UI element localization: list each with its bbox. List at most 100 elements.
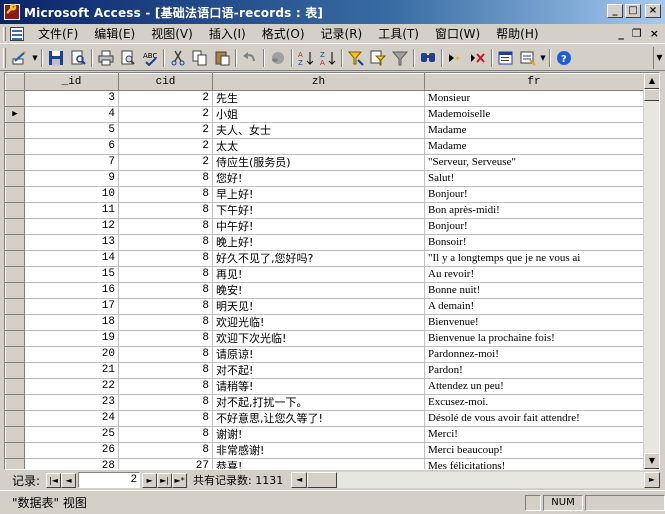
cell-zh[interactable]: 好久不见了,您好吗?	[212, 250, 425, 267]
first-record-button[interactable]: |◄	[46, 472, 62, 488]
table-row[interactable]: 3 2 先生 Monsieur	[5, 90, 644, 107]
table-row[interactable]: 12 8 中午好! Bonjour!	[5, 218, 644, 235]
cell-id[interactable]: 17	[24, 298, 119, 315]
cell-zh[interactable]: 对不起!	[212, 362, 425, 379]
table-row[interactable]: 28 27 恭喜! Mes félicitations!	[5, 458, 644, 469]
row-selector[interactable]	[5, 250, 25, 267]
cell-fr[interactable]: Bon après-midi!	[424, 202, 644, 219]
spelling-icon[interactable]: ABC	[139, 47, 161, 69]
properties-icon[interactable]	[495, 47, 517, 69]
search-file-icon[interactable]	[67, 47, 89, 69]
cell-cid[interactable]: 8	[118, 410, 213, 427]
row-selector[interactable]	[5, 186, 25, 203]
mdi-close-button[interactable]: ×	[650, 27, 659, 40]
row-selector[interactable]	[5, 282, 25, 299]
toolbar-options-chevron[interactable]: ▼	[653, 47, 665, 69]
cell-id[interactable]: 25	[24, 426, 119, 443]
horizontal-scroll-thumb[interactable]	[307, 472, 338, 488]
cell-cid[interactable]: 8	[118, 186, 213, 203]
cell-cid[interactable]: 8	[118, 426, 213, 443]
paste-icon[interactable]	[211, 47, 233, 69]
cell-fr[interactable]: Bonjour!	[424, 186, 644, 203]
table-row[interactable]: 16 8 晚安! Bonne nuit!	[5, 282, 644, 299]
scroll-up-button[interactable]: ▲	[644, 73, 659, 89]
scroll-right-button[interactable]: ►	[644, 472, 660, 488]
cell-id[interactable]: 9	[24, 170, 119, 187]
cell-cid[interactable]: 2	[118, 90, 213, 107]
database-window-icon[interactable]	[517, 47, 539, 69]
table-row[interactable]: 23 8 对不起,打扰一下。 Excusez-moi.	[5, 394, 644, 411]
cell-zh[interactable]: 侍应生(服务员)	[212, 154, 425, 171]
row-selector[interactable]	[5, 154, 25, 171]
table-row[interactable]: 5 2 夫人、女士 Madame	[5, 122, 644, 139]
current-record-field[interactable]: 2	[78, 472, 141, 488]
cell-zh[interactable]: 不好意思,让您久等了!	[212, 410, 425, 427]
cell-zh[interactable]: 恭喜!	[212, 458, 425, 469]
scroll-left-button[interactable]: ◄	[291, 472, 308, 488]
row-selector[interactable]	[5, 90, 25, 107]
cell-zh[interactable]: 小姐	[212, 106, 425, 123]
column-header-zh[interactable]: zh	[212, 73, 425, 91]
design-view-icon[interactable]	[9, 47, 31, 69]
horizontal-scrollbar[interactable]: ◄ ►	[291, 472, 660, 488]
table-row[interactable]: 6 2 太太 Madame	[5, 138, 644, 155]
cell-cid[interactable]: 8	[118, 250, 213, 267]
table-row[interactable]: 20 8 请原谅! Pardonnez-moi!	[5, 346, 644, 363]
next-record-button[interactable]: ►	[142, 472, 158, 488]
cell-cid[interactable]: 8	[118, 234, 213, 251]
cell-zh[interactable]: 欢迎光临!	[212, 314, 425, 331]
menu-file[interactable]: 文件(F)	[30, 25, 86, 42]
cell-cid[interactable]: 8	[118, 394, 213, 411]
cell-fr[interactable]: Merci beaucoup!	[424, 442, 644, 459]
cell-id[interactable]: 15	[24, 266, 119, 283]
cell-id[interactable]: 22	[24, 378, 119, 395]
cell-id[interactable]: 24	[24, 410, 119, 427]
title-bar[interactable]: Microsoft Access - [基础法语口语-records : 表] …	[0, 0, 665, 24]
cell-cid[interactable]: 8	[118, 442, 213, 459]
table-row[interactable]: 24 8 不好意思,让您久等了! Désolé de vous avoir fait …	[5, 410, 644, 427]
row-selector[interactable]	[5, 234, 25, 251]
cell-zh[interactable]: 晚上好!	[212, 234, 425, 251]
cell-zh[interactable]: 请稍等!	[212, 378, 425, 395]
table-row[interactable]: 22 8 请稍等! Attendez un peu!	[5, 378, 644, 395]
select-all-corner[interactable]	[5, 73, 25, 91]
table-row[interactable]: 15 8 再见! Au revoir!	[5, 266, 644, 283]
row-selector[interactable]	[5, 314, 25, 331]
cell-id[interactable]: 23	[24, 394, 119, 411]
cell-fr[interactable]: Pardonnez-moi!	[424, 346, 644, 363]
cell-fr[interactable]: Merci!	[424, 426, 644, 443]
cell-fr[interactable]: Désolé de vous avoir fait attendre!	[424, 410, 644, 427]
copy-icon[interactable]	[189, 47, 211, 69]
row-selector[interactable]	[5, 138, 25, 155]
delete-record-icon[interactable]	[467, 47, 489, 69]
cell-zh[interactable]: 谢谢!	[212, 426, 425, 443]
vertical-scroll-thumb[interactable]	[644, 89, 659, 101]
menu-format[interactable]: 格式(O)	[254, 25, 313, 42]
cut-icon[interactable]	[167, 47, 189, 69]
row-selector[interactable]	[5, 346, 25, 363]
mdi-restore-button[interactable]: ❐	[632, 27, 642, 40]
menu-records[interactable]: 记录(R)	[313, 25, 371, 42]
cell-id[interactable]: 19	[24, 330, 119, 347]
table-row[interactable]: 11 8 下午好! Bon après-midi!	[5, 202, 644, 219]
cell-fr[interactable]: "Il y a longtemps que je ne vous ai	[424, 250, 644, 267]
table-row[interactable]: 17 8 明天见! A demain!	[5, 298, 644, 315]
row-selector[interactable]	[5, 218, 25, 235]
table-row[interactable]: 26 8 非常感谢! Merci beaucoup!	[5, 442, 644, 459]
cell-cid[interactable]: 8	[118, 266, 213, 283]
row-selector[interactable]	[5, 298, 25, 315]
cell-id[interactable]: 26	[24, 442, 119, 459]
filter-by-form-icon[interactable]	[367, 47, 389, 69]
datasheet-grid[interactable]: _id cid zh fr 3 2 先生 Monsieur ▶ 4 2 小姐 Mademoise…	[4, 72, 660, 470]
row-selector[interactable]: ▶	[5, 106, 25, 123]
cell-id[interactable]: 4	[24, 106, 119, 123]
table-row[interactable]: 10 8 早上好! Bonjour!	[5, 186, 644, 203]
datasheet-window-icon[interactable]	[10, 26, 24, 41]
cell-id[interactable]: 3	[24, 90, 119, 107]
minimize-button[interactable]: _	[607, 4, 623, 18]
new-record-icon[interactable]: *	[445, 47, 467, 69]
close-button[interactable]: ×	[645, 4, 661, 18]
cell-cid[interactable]: 8	[118, 378, 213, 395]
print-preview-icon[interactable]	[117, 47, 139, 69]
cell-id[interactable]: 7	[24, 154, 119, 171]
